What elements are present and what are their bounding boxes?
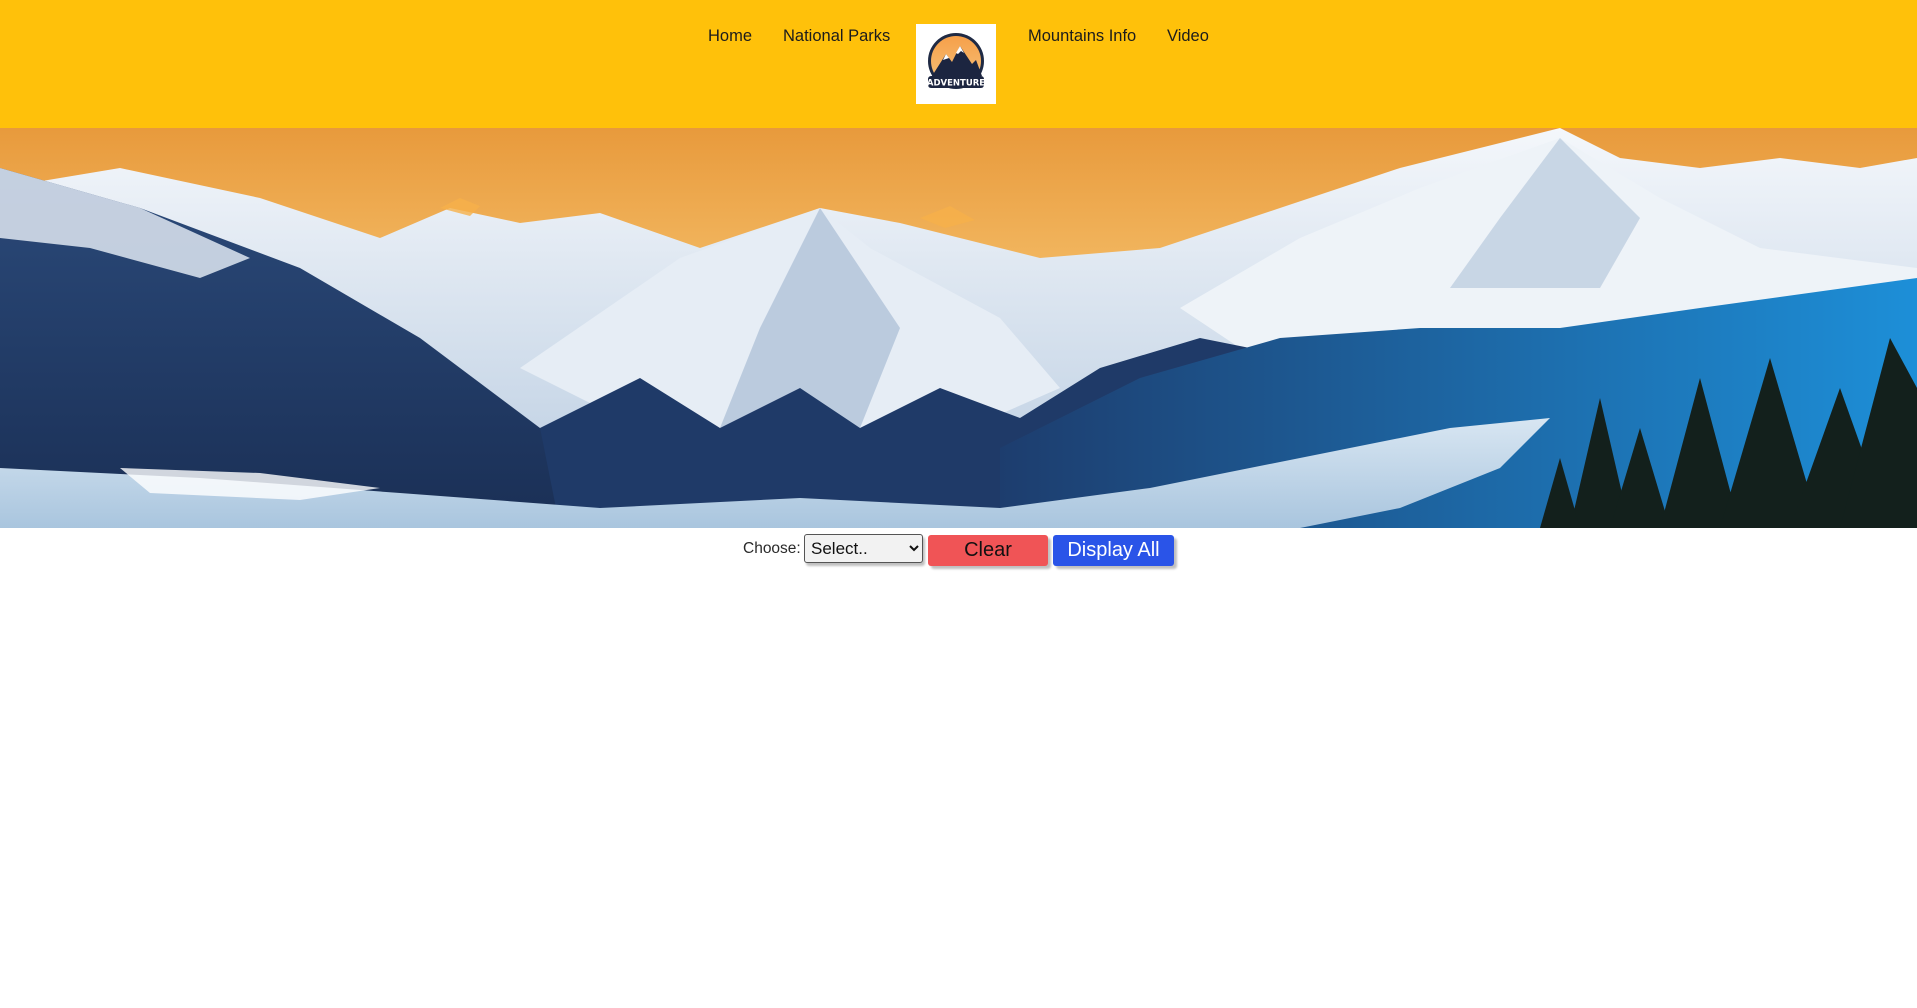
mountain-landscape-image — [0, 128, 1917, 528]
nav-link-mountains-info[interactable]: Mountains Info — [1028, 27, 1136, 46]
nav-link-national-parks[interactable]: National Parks — [783, 27, 890, 46]
choose-label: Choose: — [743, 540, 801, 557]
nav-link-video[interactable]: Video — [1167, 27, 1209, 46]
choose-select[interactable]: Select.. — [804, 534, 923, 563]
adventure-logo[interactable]: ADVENTURE — [916, 24, 996, 104]
filter-controls: Choose: Select.. Clear Display All — [0, 528, 1917, 588]
svg-text:ADVENTURE: ADVENTURE — [927, 79, 985, 89]
display-all-button[interactable]: Display All — [1053, 535, 1174, 566]
hero-banner — [0, 128, 1917, 528]
mountain-logo-icon: ADVENTURE — [927, 33, 985, 89]
navbar: Home National Parks ADVENTURE Mountains … — [0, 0, 1917, 128]
nav-link-home[interactable]: Home — [708, 27, 752, 46]
clear-button[interactable]: Clear — [928, 535, 1048, 566]
